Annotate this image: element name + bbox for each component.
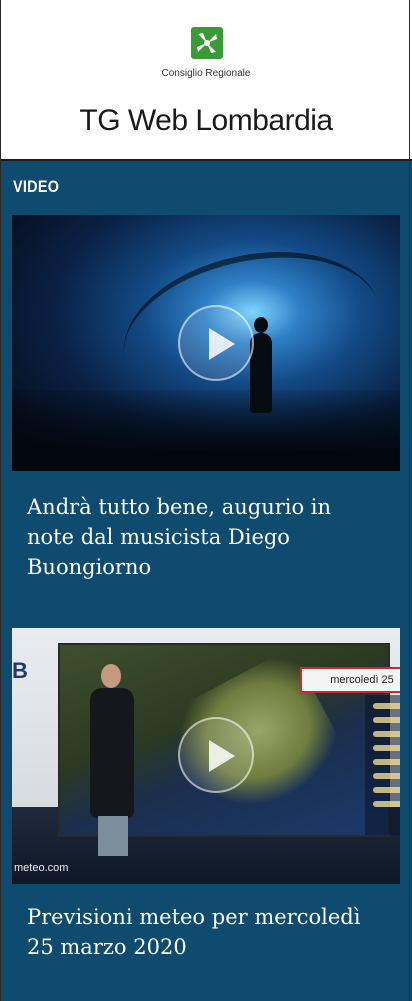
page-frame: [0, 0, 410, 1001]
